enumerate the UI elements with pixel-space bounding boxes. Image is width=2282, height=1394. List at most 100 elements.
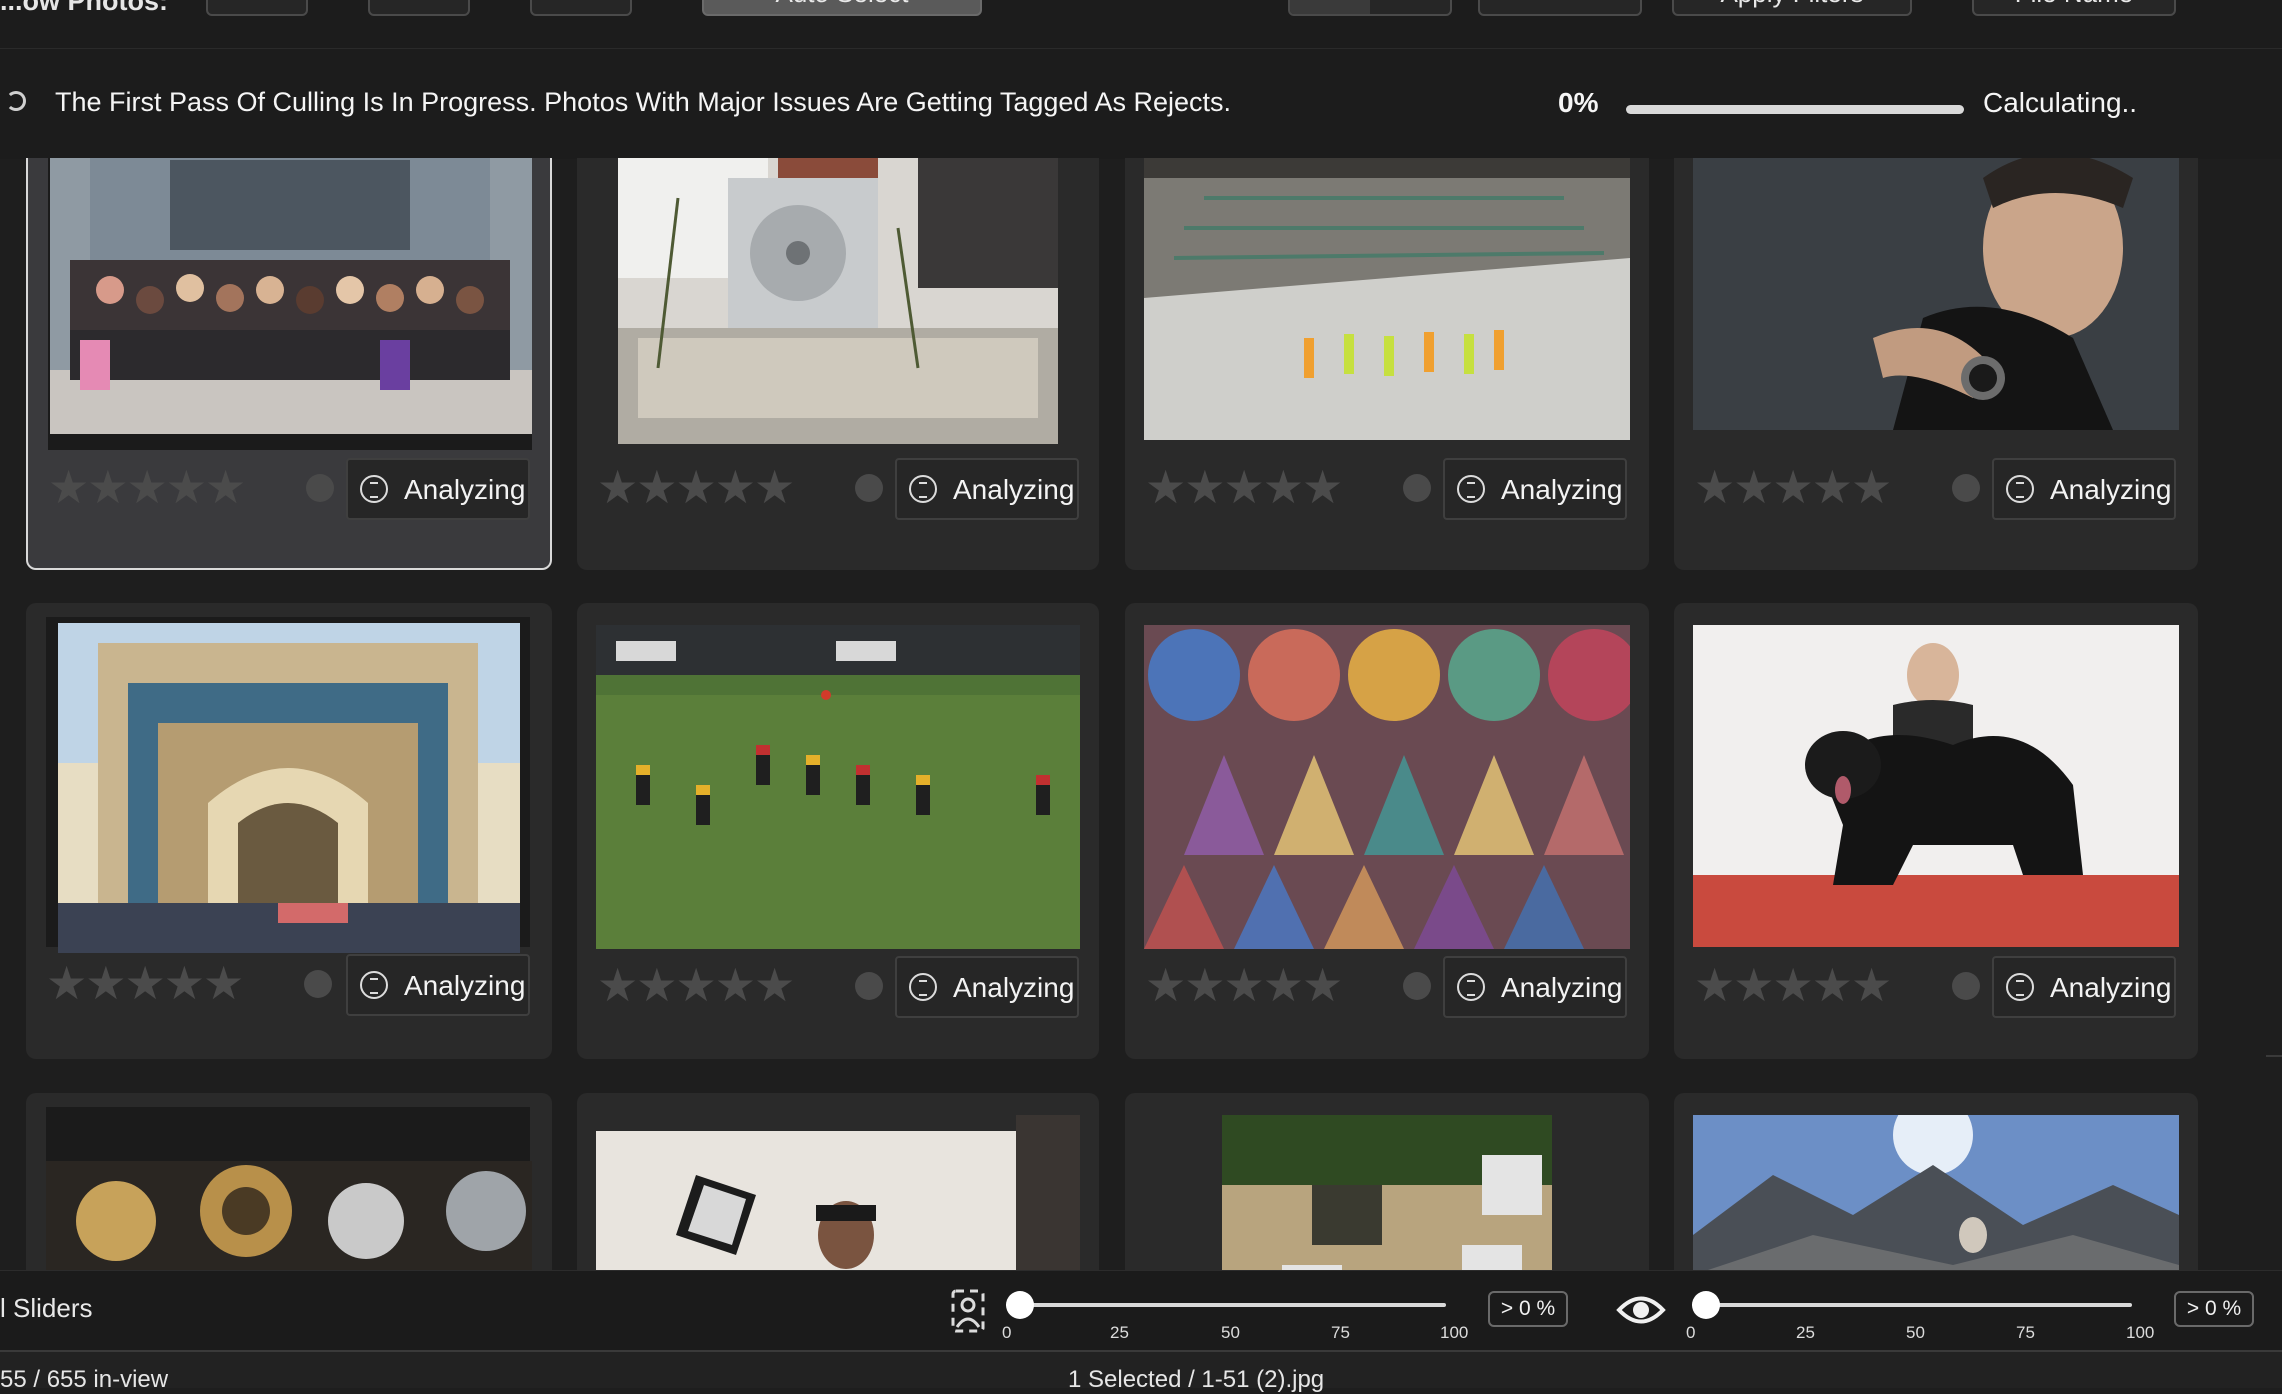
auto-select-button[interactable]: Auto Select xyxy=(702,0,982,16)
grid-view-icon[interactable] xyxy=(1290,0,1370,14)
photo-thumbnail[interactable] xyxy=(1693,158,2179,430)
single-view-icon[interactable] xyxy=(1370,0,1450,14)
slider-1-tick: 100 xyxy=(1440,1323,1469,1342)
analyzing-button[interactable]: Analyzing xyxy=(346,458,530,520)
spinner-icon xyxy=(6,91,26,111)
survey-icon[interactable] xyxy=(1560,0,1640,14)
photo-card[interactable]: ★★★★★ Analyzing xyxy=(1674,158,2198,570)
selection-info: 1 Selected / 1-51 (2).jpg xyxy=(1068,1366,1325,1393)
slider-1-threshold[interactable]: > 0 % xyxy=(1488,1291,1568,1327)
filter-dropdown-1[interactable] xyxy=(206,0,308,16)
hourglass-icon xyxy=(2006,973,2034,1001)
analyzing-label: Analyzing xyxy=(953,474,1075,505)
analyzing-label: Analyzing xyxy=(404,970,526,1001)
hourglass-icon xyxy=(2006,475,2034,503)
color-label-dot[interactable] xyxy=(1952,972,1980,1000)
progress-status: Calculating.. xyxy=(1983,87,2138,118)
analyzing-label: Analyzing xyxy=(2050,474,2172,505)
hourglass-icon xyxy=(909,475,937,503)
photo-card[interactable] xyxy=(577,1093,1099,1270)
color-label-dot[interactable] xyxy=(855,972,883,1000)
star-rating[interactable]: ★★★★★ xyxy=(1145,962,1343,1008)
star-rating[interactable]: ★★★★★ xyxy=(46,960,244,1006)
analyzing-label: Analyzing xyxy=(953,972,1075,1003)
color-label-dot[interactable] xyxy=(1952,474,1980,502)
slider-2-track[interactable] xyxy=(1692,1303,2132,1307)
analyzing-label: Analyzing xyxy=(404,474,526,505)
slider-1-tick: 0 xyxy=(1002,1323,1012,1342)
analyzing-label: Analyzing xyxy=(1501,474,1623,505)
analyzing-button[interactable]: Analyzing xyxy=(1443,458,1627,520)
color-label-dot[interactable] xyxy=(1403,474,1431,502)
star-rating[interactable]: ★★★★★ xyxy=(1145,464,1343,510)
slider-1-knob[interactable] xyxy=(1006,1291,1034,1319)
color-label-dot[interactable] xyxy=(306,474,334,502)
color-label-dot[interactable] xyxy=(855,474,883,502)
compare-icon[interactable] xyxy=(1480,0,1560,14)
photo-card[interactable]: ★★★★★ Analyzing xyxy=(577,158,1099,570)
star-rating[interactable]: ★★★★★ xyxy=(48,464,246,510)
star-rating[interactable]: ★★★★★ xyxy=(597,962,795,1008)
scrollbar-edge[interactable] xyxy=(2266,1055,2282,1057)
hourglass-icon xyxy=(909,973,937,1001)
photo-thumbnail[interactable] xyxy=(58,623,520,953)
progress-message: The First Pass Of Culling Is In Progress… xyxy=(55,87,1231,117)
filter-dropdown-3[interactable] xyxy=(530,0,632,16)
photo-thumbnail[interactable] xyxy=(1144,625,1630,949)
analyzing-button[interactable]: Analyzing xyxy=(1992,956,2176,1018)
photo-card[interactable]: ★★★★★ Analyzing xyxy=(26,158,552,570)
photo-thumbnail[interactable] xyxy=(1222,1115,1552,1270)
photo-thumbnail[interactable] xyxy=(596,1115,1080,1270)
photos-count-label: ...ow Photos: xyxy=(0,0,168,16)
slider-1-tick: 50 xyxy=(1221,1323,1240,1342)
view-toggle[interactable] xyxy=(1288,0,1452,16)
photo-thumbnail[interactable] xyxy=(618,158,1058,444)
photo-thumbnail[interactable] xyxy=(1693,625,2179,947)
analyzing-button[interactable]: Analyzing xyxy=(346,954,530,1016)
slider-2-threshold[interactable]: > 0 % xyxy=(2174,1291,2254,1327)
photo-card[interactable] xyxy=(1125,1093,1649,1270)
analyzing-button[interactable]: Analyzing xyxy=(1443,956,1627,1018)
photo-thumbnail[interactable] xyxy=(1693,1115,2179,1270)
color-label-dot[interactable] xyxy=(304,970,332,998)
photo-card[interactable]: ★★★★★ Analyzing xyxy=(577,603,1099,1059)
photo-card[interactable]: ★★★★★ Analyzing xyxy=(1125,158,1649,570)
star-rating[interactable]: ★★★★★ xyxy=(1694,464,1892,510)
slider-1-tick: 75 xyxy=(1331,1323,1350,1342)
filter-dropdown-2[interactable] xyxy=(368,0,470,16)
star-rating[interactable]: ★★★★★ xyxy=(1694,962,1892,1008)
photo-thumbnail[interactable] xyxy=(596,625,1080,949)
in-view-count: 55 / 655 in-view xyxy=(0,1366,169,1393)
compare-toggle[interactable] xyxy=(1478,0,1642,16)
eye-icon xyxy=(1616,1296,1666,1324)
analyzing-button[interactable]: Analyzing xyxy=(895,458,1079,520)
slider-1-track[interactable] xyxy=(1006,1303,1446,1307)
photo-card[interactable]: ★★★★★ Analyzing xyxy=(1125,603,1649,1059)
slider-2-knob[interactable] xyxy=(1692,1291,1720,1319)
photo-grid[interactable]: ★★★★★ Analyzing ★★★★★ Analyzing ★★★★★ An… xyxy=(0,158,2282,1270)
slider-2-tick: 0 xyxy=(1686,1323,1696,1342)
status-bar: 55 / 655 in-view 1 Selected / 1-51 (2).j… xyxy=(0,1350,2282,1393)
analyzing-button[interactable]: Analyzing xyxy=(1992,458,2176,520)
sort-dropdown[interactable]: File Name xyxy=(1972,0,2176,16)
star-rating[interactable]: ★★★★★ xyxy=(597,464,795,510)
bottom-slider-bar: l Sliders 0 25 50 75 100 > 0 % 0 25 50 7… xyxy=(0,1270,2282,1351)
photo-card[interactable] xyxy=(1674,1093,2198,1270)
top-toolbar: ...ow Photos: Auto Select Apply Filters … xyxy=(0,0,2282,48)
culling-progress-banner: The First Pass Of Culling Is In Progress… xyxy=(0,48,2282,159)
progress-percent: 0% xyxy=(1558,87,1599,118)
analyzing-button[interactable]: Analyzing xyxy=(895,956,1079,1018)
photo-card[interactable] xyxy=(26,1093,552,1270)
photo-card[interactable]: ★★★★★ Analyzing xyxy=(1674,603,2198,1059)
photo-thumbnail[interactable] xyxy=(50,158,532,434)
slider-2-tick: 50 xyxy=(1906,1323,1925,1342)
person-focus-icon xyxy=(951,1289,985,1333)
hourglass-icon xyxy=(1457,475,1485,503)
color-label-dot[interactable] xyxy=(1403,972,1431,1000)
slider-2-tick: 100 xyxy=(2126,1323,2155,1342)
photo-thumbnail[interactable] xyxy=(46,1161,532,1270)
analyzing-label: Analyzing xyxy=(1501,972,1623,1003)
photo-thumbnail[interactable] xyxy=(1144,158,1630,440)
photo-card[interactable]: ★★★★★ Analyzing xyxy=(26,603,552,1059)
apply-filters-button[interactable]: Apply Filters xyxy=(1672,0,1912,16)
